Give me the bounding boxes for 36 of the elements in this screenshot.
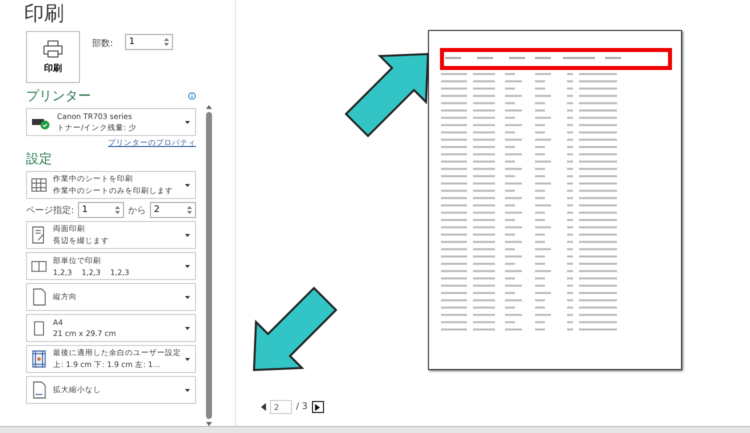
next-page-icon: [315, 404, 320, 410]
dropdown-arrow-icon[interactable]: [185, 184, 190, 186]
page-icon: [31, 288, 47, 306]
scroll-up-icon[interactable]: [206, 105, 212, 109]
dropdown-arrow-icon[interactable]: [185, 326, 190, 330]
page-title: 印刷: [24, 0, 65, 27]
page-range-label: ページ指定:: [26, 204, 74, 216]
page-icon: [31, 319, 47, 337]
dropdown-arrow-icon[interactable]: [185, 120, 190, 124]
dropdown-arrow-icon[interactable]: [185, 388, 190, 392]
page-icon: [31, 381, 47, 399]
dropdown-arrow-icon[interactable]: [185, 296, 190, 298]
grid-icon: [31, 176, 47, 194]
info-icon[interactable]: [188, 92, 196, 100]
dropdown-arrow-icon[interactable]: [185, 264, 190, 268]
scrollbar-thumb[interactable]: [206, 112, 212, 419]
spin-arrows-icon[interactable]: [186, 205, 192, 215]
copies-label: 部数:: [92, 38, 114, 50]
margins-icon: [31, 350, 47, 368]
page-from-field[interactable]: 1: [78, 202, 124, 218]
print-button[interactable]: 印刷: [26, 31, 80, 83]
printer-icon: [43, 40, 63, 58]
document-pen-icon: [31, 226, 47, 244]
copies-field[interactable]: 1: [125, 34, 174, 50]
dropdown-arrow-icon[interactable]: [185, 358, 190, 360]
page-number-field[interactable]: 2: [270, 400, 292, 414]
dropdown-arrow-icon[interactable]: [185, 234, 190, 236]
printer-heading: プリンター: [26, 88, 91, 105]
settings-heading: 設定: [26, 151, 53, 168]
page-to-field[interactable]: 2: [150, 202, 196, 218]
spin-arrows-icon[interactable]: [115, 205, 120, 215]
next-page-button[interactable]: [312, 401, 324, 413]
to-label: から: [128, 204, 146, 216]
spin-arrows-icon[interactable]: [164, 37, 170, 47]
previous-page-icon[interactable]: [261, 403, 266, 411]
page-total: / 3: [296, 402, 308, 412]
